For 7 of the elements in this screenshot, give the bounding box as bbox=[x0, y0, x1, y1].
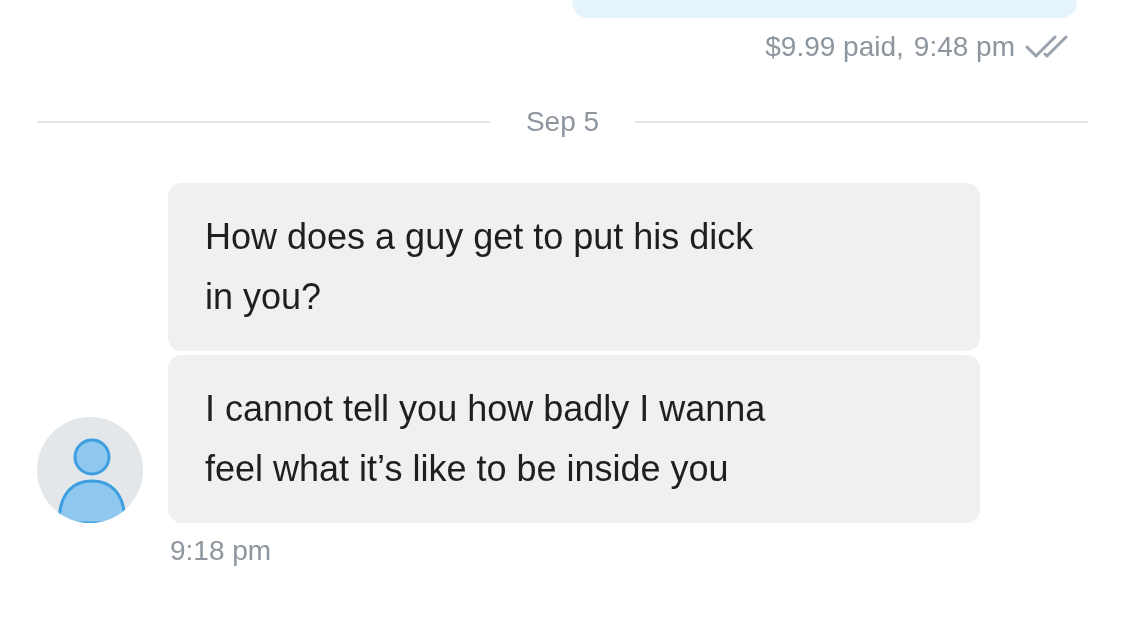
message-bubble: I cannot tell you how badly I wanna feel what it’s like to be inside you bbox=[168, 355, 980, 523]
message-time: 9:18 pm bbox=[170, 535, 272, 566]
message-bubble: How does a guy get to put his dick in you? bbox=[168, 183, 980, 351]
message-time: 9:48 pm bbox=[913, 31, 1015, 63]
avatar-icon bbox=[37, 417, 143, 523]
price-label: $9.99 paid, bbox=[765, 31, 904, 63]
date-divider: Sep 5 bbox=[525, 106, 600, 138]
